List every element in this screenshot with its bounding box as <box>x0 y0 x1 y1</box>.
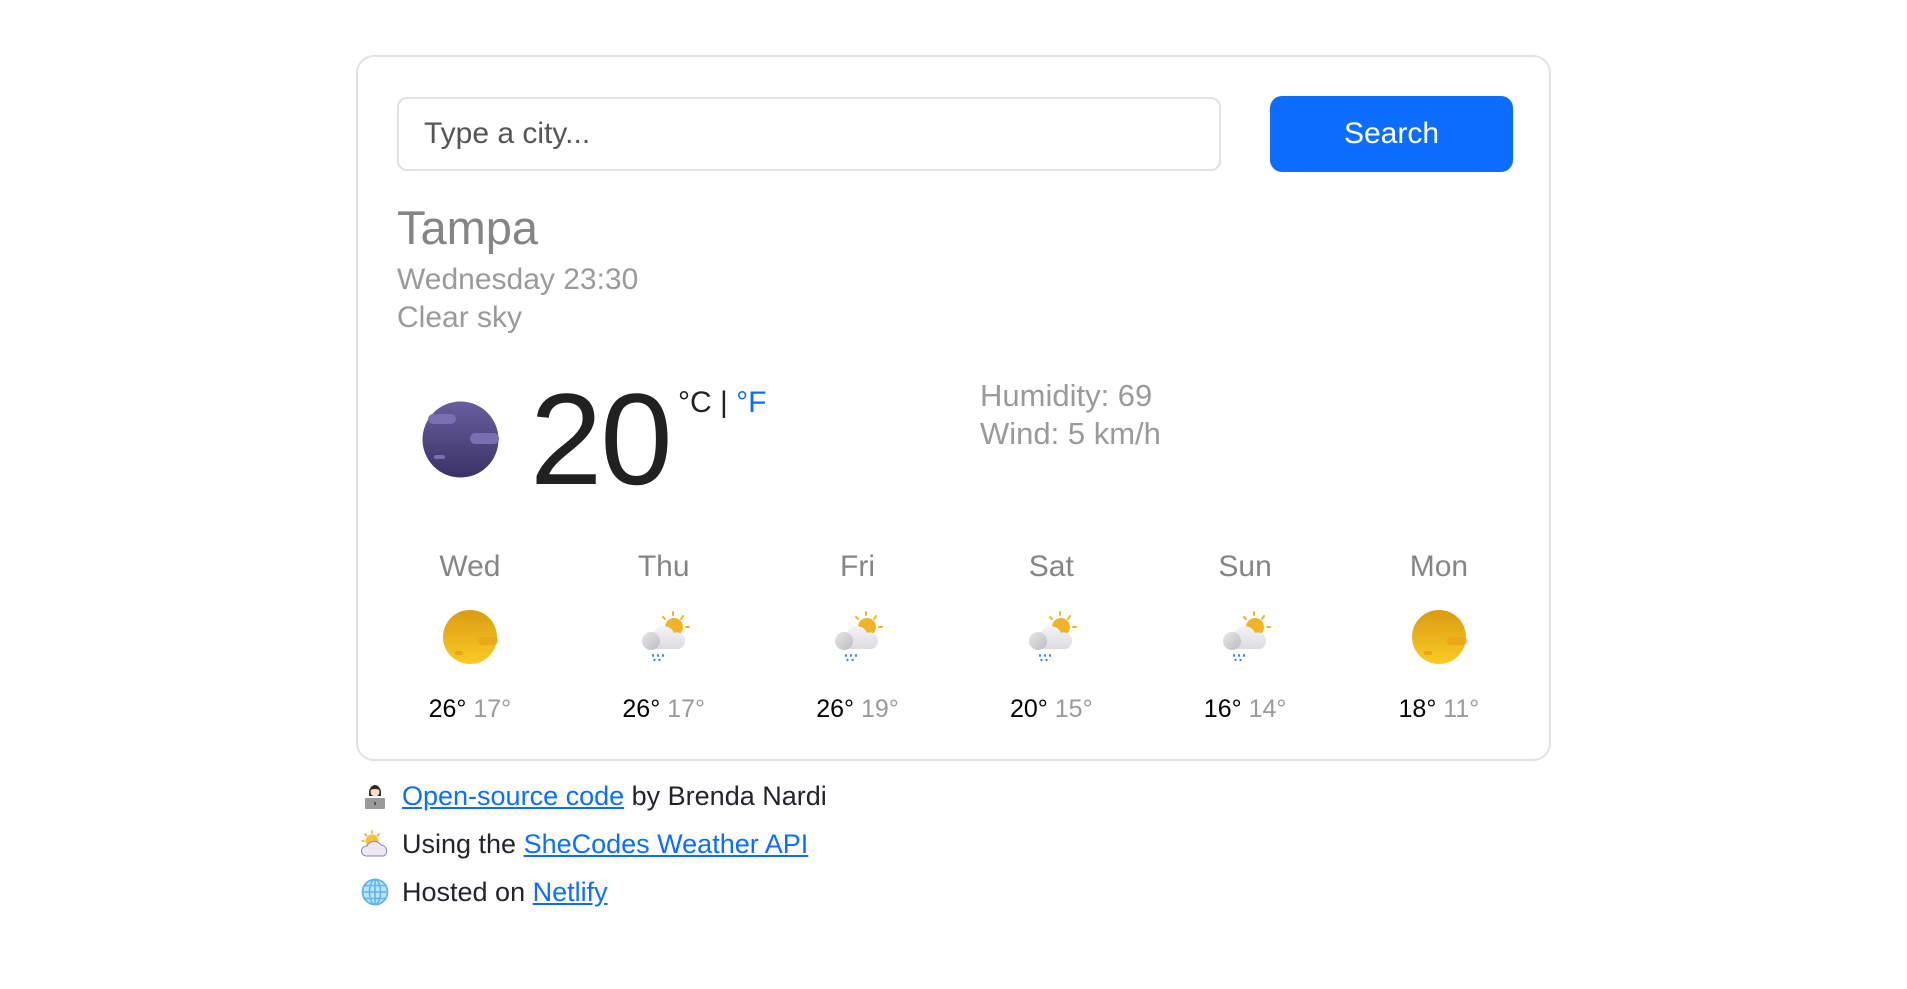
weather-description: Clear sky <box>397 301 523 334</box>
forecast-min-temp: 17° <box>473 695 512 723</box>
forecast-min-temp: 15° <box>1054 695 1093 723</box>
clear-sky-day-icon <box>442 609 498 665</box>
forecast-day-name: Sat <box>1028 550 1074 583</box>
unit-separator: | <box>711 386 737 419</box>
clear-sky-night-icon <box>422 401 499 478</box>
shecodes-api-link[interactable]: SheCodes Weather API <box>524 829 809 860</box>
forecast-max-temp: 26° <box>622 695 661 723</box>
forecast-day-name: Thu <box>637 550 690 583</box>
forecast-max-temp: 16° <box>1203 695 1242 723</box>
sun-behind-cloud-icon <box>360 830 388 857</box>
rain-day-icon <box>1217 609 1273 665</box>
footer-credits: Open-source code by Brenda Nardi <box>360 772 827 820</box>
fahrenheit-link[interactable]: °F <box>736 386 766 419</box>
forecast-max-temp: 18° <box>1398 695 1437 723</box>
forecast-day-name: Sun <box>1218 550 1272 583</box>
humidity: Humidity: 69 <box>980 378 1153 413</box>
forecast-day: Sat 20° 15° <box>954 550 1148 722</box>
rain-day-icon <box>636 609 692 665</box>
forecast: Wed 26° 17° Thu 26° 17° Fri 26° 19° Sat … <box>373 550 1536 722</box>
forecast-day: Mon 18° 11° <box>1342 550 1536 722</box>
footer-hosting: Hosted on Netlify <box>360 868 827 916</box>
footer-api: Using the SheCodes Weather API <box>360 820 827 868</box>
search-button[interactable]: Search <box>1270 96 1513 172</box>
celsius-unit[interactable]: °C <box>678 386 712 419</box>
api-prefix-text: Using the <box>402 828 524 859</box>
forecast-day: Wed 26° 17° <box>373 550 567 722</box>
forecast-day-name: Fri <box>840 550 875 583</box>
forecast-min-temp: 17° <box>667 695 705 723</box>
woman-technologist-icon <box>365 785 385 809</box>
forecast-max-temp: 26° <box>428 695 467 723</box>
hosted-prefix-text: Hosted on <box>402 876 533 907</box>
forecast-day-name: Mon <box>1409 550 1469 583</box>
clear-sky-day-icon <box>1411 609 1467 665</box>
forecast-min-temp: 14° <box>1248 695 1287 723</box>
forecast-max-temp: 26° <box>816 695 855 723</box>
rain-day-icon <box>1023 609 1079 665</box>
footer: Open-source code by Brenda Nardi Using t… <box>360 772 827 916</box>
netlify-link[interactable]: Netlify <box>533 877 608 908</box>
current-temperature: 20 <box>530 366 673 512</box>
forecast-day: Thu 26° 17° <box>567 550 761 722</box>
forecast-max-temp: 20° <box>1010 695 1048 723</box>
city-search-input[interactable] <box>397 97 1221 171</box>
forecast-day-name: Wed <box>439 550 501 583</box>
forecast-min-temp: 11° <box>1443 695 1480 723</box>
rain-day-icon <box>829 609 885 665</box>
forecast-day: Fri 26° 19° <box>761 550 955 722</box>
current-datetime: Wednesday 23:30 <box>397 263 639 296</box>
author-text: by Brenda Nardi <box>624 780 827 811</box>
forecast-min-temp: 19° <box>860 695 899 723</box>
wind-speed: Wind: 5 km/h <box>980 416 1161 451</box>
open-source-code-link[interactable]: Open-source code <box>402 781 624 812</box>
globe-icon <box>361 878 389 906</box>
forecast-day: Sun 16° 14° <box>1148 550 1342 722</box>
unit-toggle: °C | °F <box>678 388 766 418</box>
city-name: Tampa <box>397 201 539 254</box>
